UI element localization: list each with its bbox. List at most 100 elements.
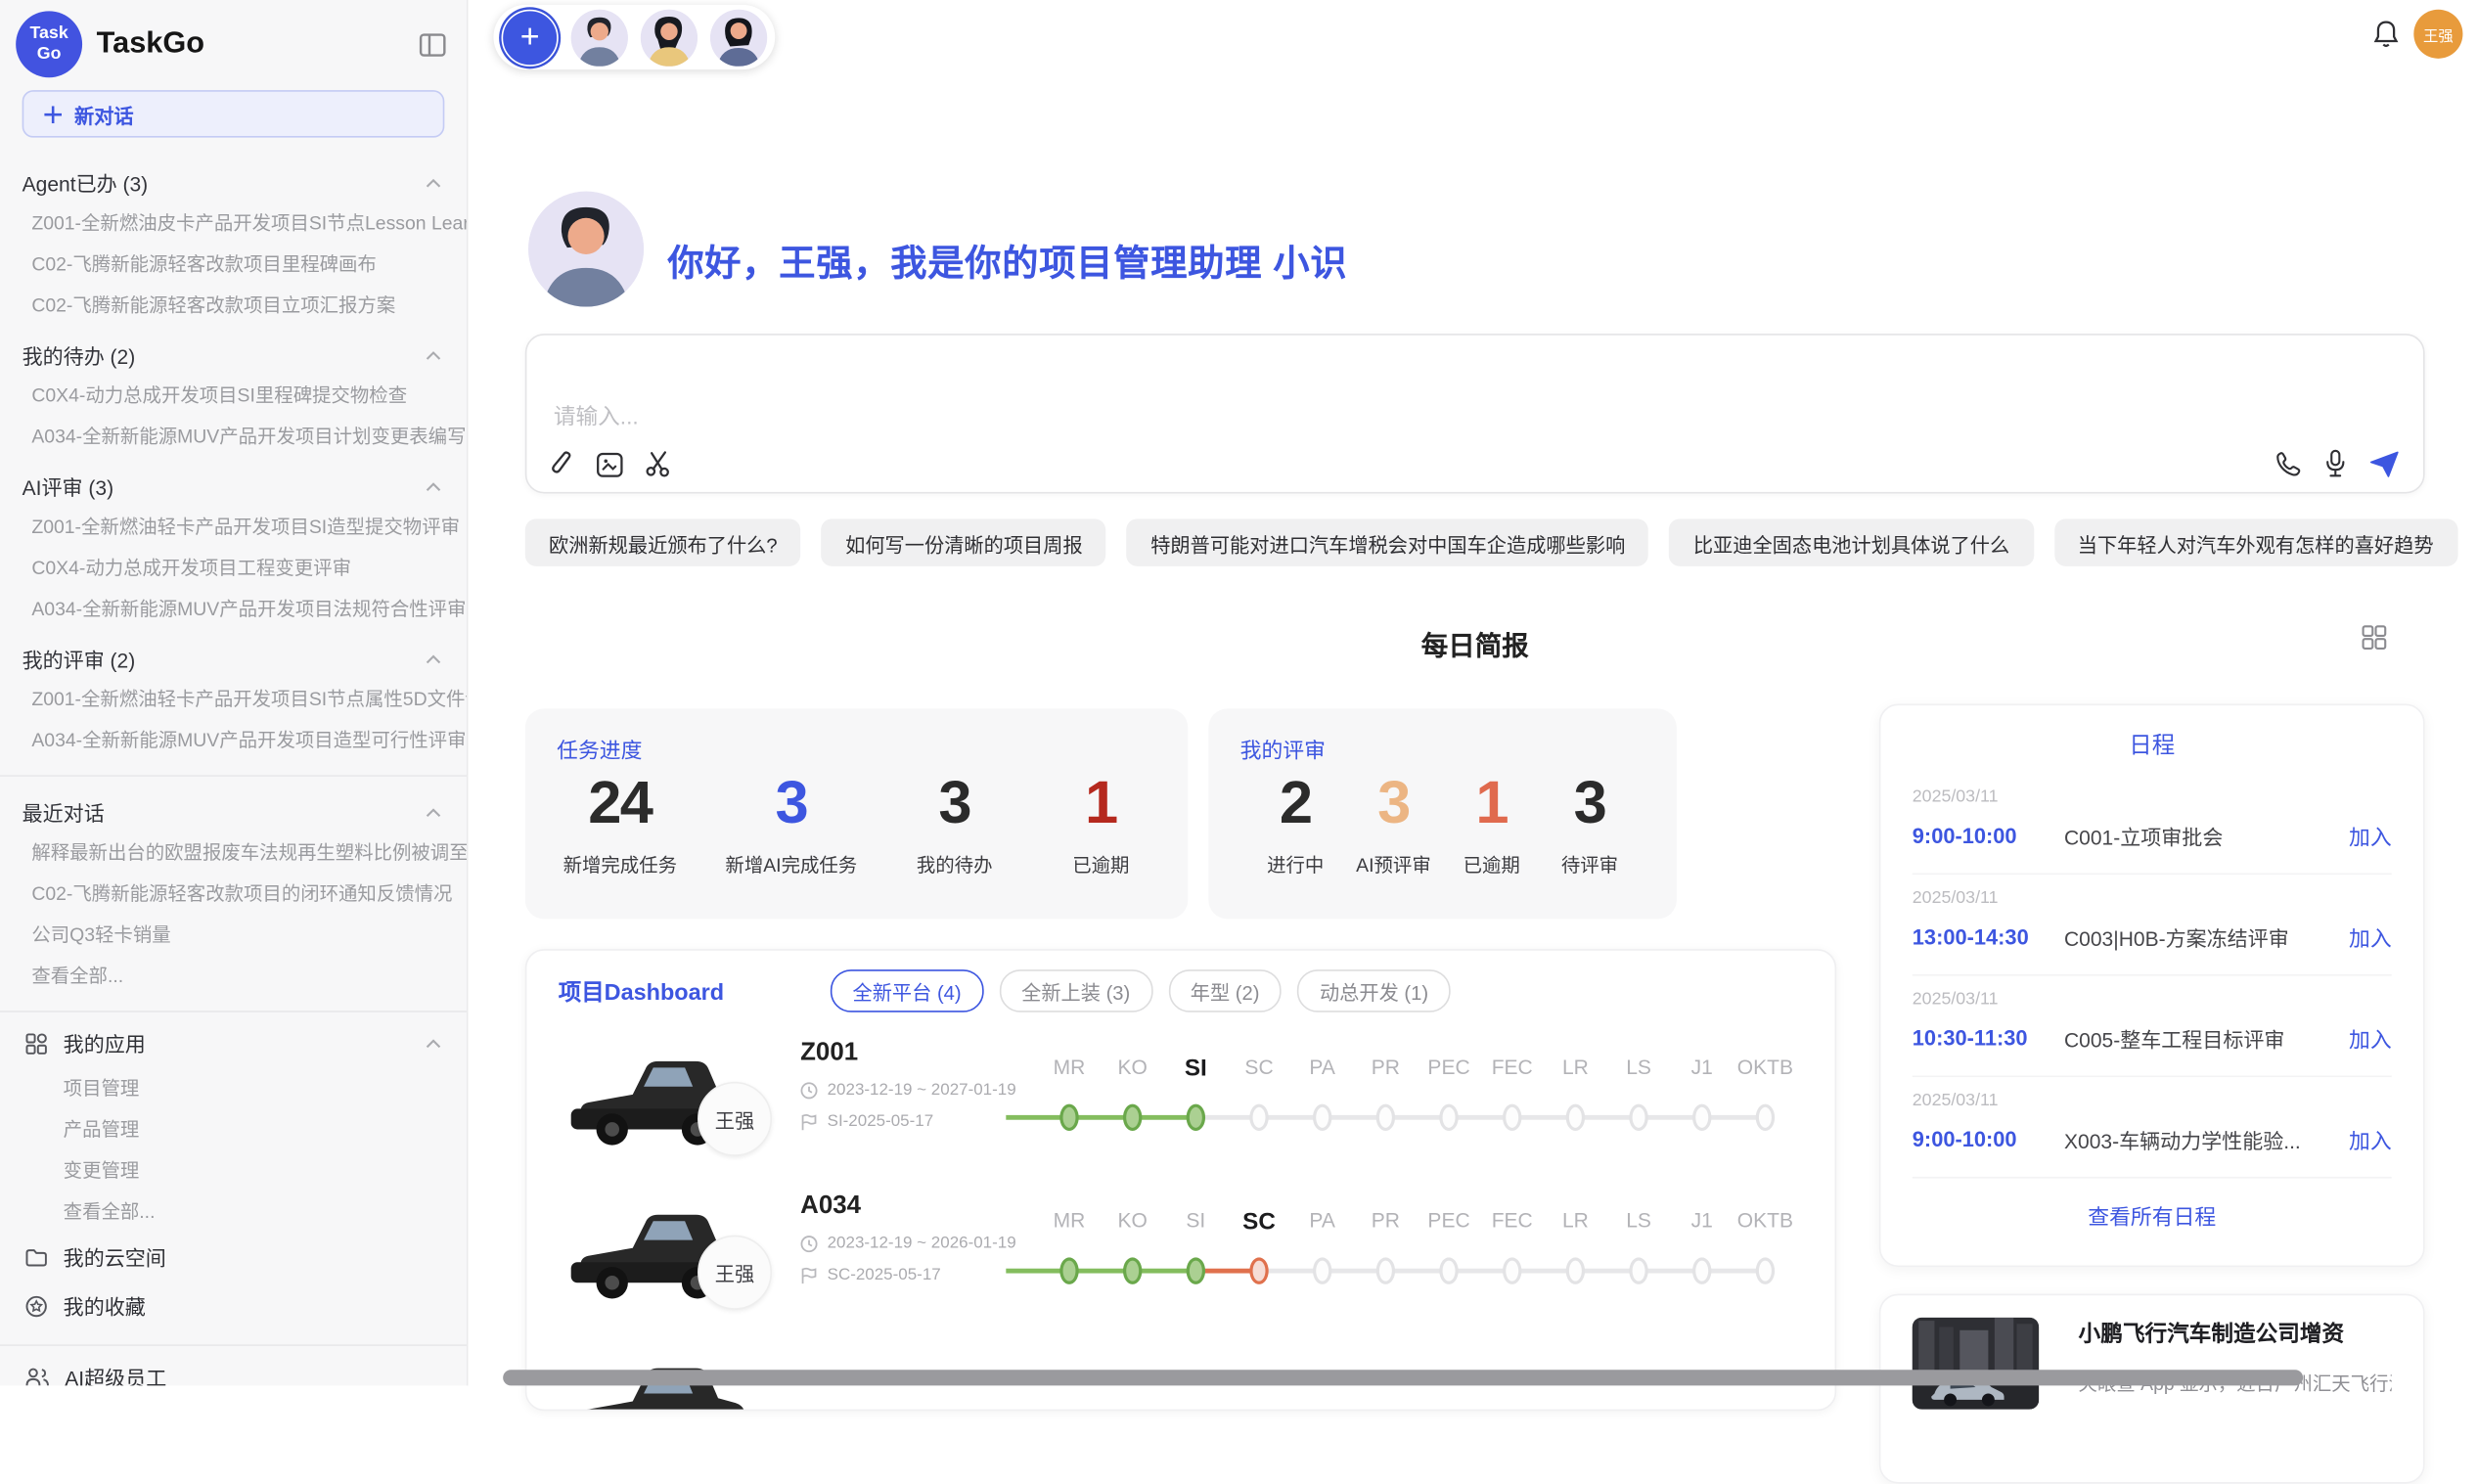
milestone-dot — [1376, 1104, 1395, 1131]
milestone-node[interactable]: PR — [1354, 1208, 1418, 1284]
sidebar-item-cloud-space[interactable]: 我的云空间 — [0, 1233, 467, 1282]
news-card[interactable]: 小鹏飞行汽车制造公司增资 天眼查 App 显示，近日广州汇天飞行汽... — [1879, 1294, 2425, 1484]
schedule-join-link[interactable]: 加入 — [2349, 1021, 2392, 1053]
horizontal-scrollbar-thumb[interactable] — [503, 1370, 2303, 1385]
send-icon[interactable] — [2369, 450, 2400, 476]
sidebar-collapse-icon[interactable] — [416, 28, 447, 60]
milestone-node[interactable]: FEC — [1480, 1208, 1544, 1284]
sidebar: Task Go TaskGo 新对话 Agent已办 (3) — [0, 0, 469, 1385]
stat-block: 3 新增AI完成任务 — [725, 767, 857, 877]
sidebar-app-item[interactable]: 产品管理 — [0, 1108, 467, 1149]
assistant-avatar-3[interactable] — [710, 9, 767, 66]
sidebar-task-item[interactable]: A034-全新新能源MUV产品开发项目造型可行性评审 — [0, 720, 467, 761]
assistant-avatar-1[interactable] — [571, 9, 628, 66]
milestone-node[interactable]: SC — [1228, 1208, 1291, 1284]
milestone-dot-row — [1734, 1104, 1797, 1131]
sidebar-section-header[interactable]: 我的待办 (2) — [0, 326, 467, 375]
milestone-node[interactable]: LR — [1544, 1208, 1607, 1284]
sidebar-app-item[interactable]: 查看全部... — [0, 1191, 467, 1232]
sidebar-task-item[interactable]: C02-飞腾新能源轻客改款项目里程碑画布 — [0, 244, 467, 285]
suggestion-chip[interactable]: 当下年轻人对汽车外观有怎样的喜好趋势 — [2053, 518, 2456, 566]
schedule-join-link[interactable]: 加入 — [2349, 820, 2392, 851]
milestone-dot — [1756, 1257, 1775, 1283]
milestone-node[interactable]: FEC — [1480, 1055, 1544, 1131]
recent-chat-item[interactable]: C02-飞腾新能源轻客改款项目的闭环通知反馈情况 — [0, 874, 467, 915]
sidebar-task-item[interactable]: A034-全新新能源MUV产品开发项目法规符合性评审 — [0, 588, 467, 629]
stat-label: AI预评审 — [1344, 850, 1442, 877]
dashboard-filter-pill[interactable]: 全新平台 (4) — [831, 969, 983, 1012]
milestone-node[interactable]: KO — [1101, 1055, 1164, 1131]
sidebar-item-my-apps[interactable]: 我的应用 — [0, 1018, 467, 1067]
milestone-node[interactable]: OKTB — [1734, 1055, 1797, 1131]
sidebar-task-item[interactable]: Z001-全新燃油轻卡产品开发项目SI造型提交物评审 — [0, 506, 467, 547]
recent-chat-item[interactable]: 公司Q3轻卡销量 — [0, 915, 467, 956]
sidebar-section-header[interactable]: AI评审 (3) — [0, 457, 467, 506]
sidebar-task-item[interactable]: Z001-全新燃油皮卡产品开发项目SI节点Lesson Learn报告 — [0, 202, 467, 244]
notification-bell-icon[interactable] — [2372, 19, 2399, 57]
project-row[interactable]: 王强 Z001 2023-12-19 ~ 2027-01-19 SI-2025-… — [559, 1020, 1803, 1174]
milestone-node[interactable]: KO — [1101, 1208, 1164, 1284]
suggestion-chip[interactable]: 如何写一份清晰的项目周报 — [822, 518, 1106, 566]
image-upload-icon[interactable] — [597, 452, 623, 477]
milestone-node[interactable]: LS — [1607, 1208, 1671, 1284]
sidebar-task-item[interactable]: A034-全新新能源MUV产品开发项目计划变更表编写 — [0, 416, 467, 457]
sidebar-task-item[interactable]: C0X4-动力总成开发项目工程变更评审 — [0, 547, 467, 588]
stat-value: 1 — [1052, 767, 1149, 842]
microphone-icon[interactable] — [2325, 449, 2346, 477]
suggestion-chip[interactable]: 特朗普可能对进口汽车增税会对中国车企造成哪些影响 — [1127, 518, 1649, 566]
sidebar-section-header[interactable]: Agent已办 (3) — [0, 154, 467, 202]
sidebar-section-header[interactable]: 我的评审 (2) — [0, 630, 467, 679]
milestone-node[interactable]: PA — [1290, 1055, 1354, 1131]
milestone-node[interactable]: PEC — [1418, 1208, 1481, 1284]
sidebar-app-item[interactable]: 变更管理 — [0, 1149, 467, 1191]
assistant-avatar-2[interactable] — [641, 9, 698, 66]
sidebar-task-item[interactable]: C0X4-动力总成开发项目SI里程碑提交物检查 — [0, 375, 467, 416]
new-chat-button[interactable]: 新对话 — [23, 90, 445, 138]
project-name: Z001 — [800, 1039, 1016, 1067]
milestone-node[interactable]: LS — [1607, 1055, 1671, 1131]
schedule-join-link[interactable]: 加入 — [2349, 1123, 2392, 1154]
milestone-dot — [1123, 1104, 1142, 1131]
sidebar-section-header-recent[interactable]: 最近对话 — [0, 783, 467, 832]
milestone-node[interactable]: OKTB — [1734, 1208, 1797, 1284]
milestone-node[interactable]: SI — [1164, 1208, 1228, 1284]
milestone-label: SI — [1185, 1055, 1207, 1090]
dashboard-filter-pill[interactable]: 全新上装 (3) — [999, 969, 1151, 1012]
project-list: 王强 Z001 2023-12-19 ~ 2027-01-19 SI-2025-… — [559, 1020, 1803, 1327]
dashboard-filter-pill[interactable]: 年型 (2) — [1168, 969, 1282, 1012]
suggestion-chip[interactable]: 比亚迪全固态电池计划具体说了什么 — [1670, 518, 2034, 566]
suggestion-chip[interactable]: 欧洲新规最近颁布了什么? — [525, 518, 801, 566]
layout-grid-icon[interactable] — [2362, 625, 2387, 658]
recent-view-all-link[interactable]: 查看全部... — [0, 956, 467, 997]
milestone-node[interactable]: PA — [1290, 1208, 1354, 1284]
sidebar-item-ai-super-staff[interactable]: AI超级员工 — [0, 1352, 467, 1385]
milestone-node[interactable]: SC — [1228, 1055, 1291, 1131]
milestone-node[interactable]: PR — [1354, 1055, 1418, 1131]
schedule-event-title: X003-车辆动力学性能验... — [2064, 1124, 2349, 1154]
add-assistant-button[interactable]: + — [502, 9, 559, 66]
project-row[interactable]: 王强 A034 2023-12-19 ~ 2026-01-19 SC-2025-… — [559, 1174, 1803, 1327]
chat-input-box[interactable]: 请输入... — [525, 334, 2425, 493]
schedule-view-all-link[interactable]: 查看所有日程 — [1913, 1199, 2392, 1231]
user-avatar[interactable]: 王强 — [2413, 10, 2462, 59]
milestone-label: PA — [1309, 1208, 1335, 1243]
stat-value: 3 — [1344, 767, 1442, 842]
milestone-node[interactable]: LR — [1544, 1055, 1607, 1131]
milestone-node[interactable]: J1 — [1670, 1055, 1734, 1131]
paperclip-icon[interactable] — [551, 451, 574, 477]
milestone-node[interactable]: MR — [1038, 1055, 1102, 1131]
dashboard-filter-pill[interactable]: 动总开发 (1) — [1297, 969, 1450, 1012]
recent-chat-item[interactable]: 解释最新出台的欧盟报废车法规再生塑料比例被调至15%... — [0, 832, 467, 873]
milestone-node[interactable]: SI — [1164, 1055, 1228, 1131]
sidebar-app-item[interactable]: 项目管理 — [0, 1067, 467, 1108]
sidebar-task-item[interactable]: Z001-全新燃油轻卡产品开发项目SI节点属性5D文件评审 — [0, 679, 467, 720]
schedule-join-link[interactable]: 加入 — [2349, 921, 2392, 952]
milestone-node[interactable]: J1 — [1670, 1208, 1734, 1284]
sidebar-task-item[interactable]: C02-飞腾新能源轻客改款项目立项汇报方案 — [0, 285, 467, 326]
milestone-node[interactable]: MR — [1038, 1208, 1102, 1284]
sidebar-item-favorites[interactable]: 我的收藏 — [0, 1282, 467, 1330]
phone-icon[interactable] — [2274, 450, 2301, 476]
scissors-icon[interactable] — [646, 451, 672, 477]
sidebar-task-section: 我的评审 (2) Z001-全新燃油轻卡产品开发项目SI节点属性5D文件评审 A… — [0, 630, 467, 761]
milestone-node[interactable]: PEC — [1418, 1055, 1481, 1131]
